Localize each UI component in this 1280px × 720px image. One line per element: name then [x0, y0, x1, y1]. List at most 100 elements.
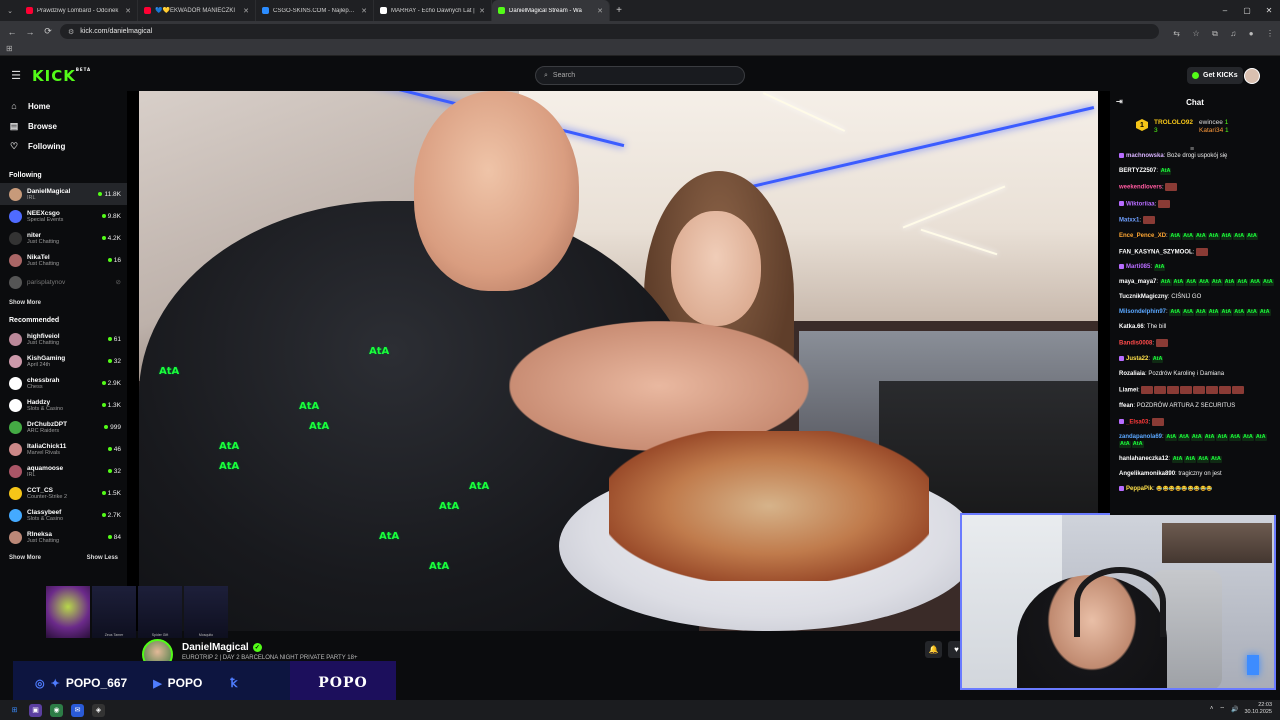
url-field[interactable]: ⚙ kick.com/danielmagical	[60, 24, 1160, 39]
app-icon[interactable]: ✉	[71, 703, 84, 717]
sidebar-channel[interactable]: chessbrah Chess 2.9K	[0, 372, 127, 394]
reload-icon[interactable]: ⟳	[42, 26, 54, 37]
sidebar-channel[interactable]: KishGaming April 24th 32	[0, 350, 127, 372]
channel-name[interactable]: DanielMagical	[182, 642, 249, 653]
browser-tab[interactable]: Prawdziwy Lombard - Odcinek ✕	[20, 0, 138, 21]
sidebar-nav-browse[interactable]: ▤ Browse	[0, 116, 127, 136]
hamburger-menu-icon[interactable]: ☰	[0, 69, 32, 82]
show-less-recommended[interactable]: Show Less	[87, 555, 118, 561]
sidebar-channel[interactable]: aquamoose IRL 32	[0, 460, 127, 482]
sidebar-channel[interactable]: DrChubzDPT ARC Raiders 999	[0, 416, 127, 438]
tab-close-icon[interactable]: ✕	[361, 7, 367, 15]
extensions-icon[interactable]: ⧉	[1212, 29, 1218, 38]
viewer-count-value: 2.9K	[107, 379, 121, 387]
back-icon[interactable]: ←	[6, 27, 18, 37]
menu-dots-icon[interactable]: ⋮	[1266, 29, 1274, 38]
chat-username[interactable]: maya_maya7	[1119, 279, 1156, 285]
leader-name[interactable]: ewincee	[1199, 119, 1223, 126]
start-icon[interactable]: ⊞	[8, 704, 21, 717]
chat-emote: AtA	[1220, 309, 1233, 317]
sidebar-channel[interactable]: Classybeef Slots & Casino 2.7K	[0, 504, 127, 526]
chrome-icon[interactable]: ◉	[50, 703, 63, 717]
sidebar-channel[interactable]: highfiveiol Just Chatting 61	[0, 328, 127, 350]
chat-username[interactable]: Ence_Pence_XD	[1119, 233, 1166, 239]
app-icon[interactable]: ▣	[29, 703, 42, 717]
tab-close-icon[interactable]: ✕	[597, 7, 603, 15]
new-tab-button[interactable]: +	[610, 5, 628, 16]
chat-username[interactable]: Milsondelphin97	[1119, 309, 1166, 315]
chat-username[interactable]: PeppaPik	[1126, 486, 1153, 492]
chat-username[interactable]: Matxx1	[1119, 218, 1139, 224]
show-more-following[interactable]: Show More	[0, 295, 127, 311]
chat-emote: AtA	[1159, 279, 1172, 287]
chat-username[interactable]: hanlahaneczka12	[1119, 456, 1168, 462]
close-window-button[interactable]: ✕	[1258, 6, 1280, 15]
chat-username[interactable]: BERTYZ2507	[1119, 168, 1156, 174]
leader-name[interactable]: Katari34	[1199, 127, 1223, 134]
search-input[interactable]: ⌕ Search	[535, 66, 745, 85]
show-more-recommended[interactable]: Show More	[9, 555, 41, 561]
notification-bell-icon[interactable]: 🔔	[925, 641, 942, 658]
volume-icon[interactable]: 🔊	[1231, 706, 1238, 713]
sidebar-nav-following[interactable]: ♡ Following	[0, 136, 127, 156]
chat-username[interactable]: _Elsa03	[1126, 419, 1148, 425]
site-info-icon[interactable]: ⚙	[68, 28, 74, 36]
tab-close-icon[interactable]: ✕	[479, 7, 485, 15]
search-icon: ⌕	[544, 71, 548, 79]
sidebar-channel[interactable]: ItaliaChick11 Marvel Rivals 46	[0, 438, 127, 460]
bookmark-star-icon[interactable]: ☆	[1192, 29, 1199, 38]
channel-category: Slots & Casino	[27, 515, 64, 522]
sidebar-channel[interactable]: NEEXcsgo Special Events 9.8K	[0, 205, 127, 227]
chat-username[interactable]: Rozaliaia	[1119, 371, 1145, 377]
collapse-chat-icon[interactable]: ⇥	[1116, 97, 1123, 106]
translate-icon[interactable]: ⇆	[1173, 29, 1180, 38]
network-icon[interactable]: ⌔	[1219, 705, 1225, 713]
tab-search-button[interactable]: ⌄	[0, 7, 20, 15]
chat-username[interactable]: Justa22	[1126, 356, 1148, 362]
sidebar-channel[interactable]: Haddzy Slots & Casino 1.3K	[0, 394, 127, 416]
browser-tab[interactable]: 💙💛EKWADOR MANIECZKI ✕	[138, 0, 256, 21]
leader-name[interactable]: TROLOLO92	[1154, 119, 1193, 126]
chat-username[interactable]: Wiktoriiaa	[1126, 201, 1155, 207]
expand-leaderboard-icon[interactable]: ≡	[1190, 146, 1194, 153]
sidebar-channel[interactable]: DanielMagical IRL 11.8K	[0, 183, 127, 205]
forward-icon[interactable]: →	[24, 27, 36, 37]
chat-username[interactable]: weekendlovers	[1119, 185, 1162, 191]
media-icon[interactable]: ♫	[1230, 29, 1236, 38]
kick-logo[interactable]: KICKBETA	[32, 67, 91, 85]
tab-close-icon[interactable]: ✕	[125, 7, 131, 15]
chat-username[interactable]: Liamei	[1119, 388, 1138, 394]
sidebar-channel[interactable]: CCT_CS Counter-Strike 2 1.5K	[0, 482, 127, 504]
live-dot-icon	[101, 381, 106, 385]
get-kicks-button[interactable]: Get KICKs	[1187, 67, 1243, 84]
chevron-up-icon[interactable]: ˄	[1210, 706, 1214, 712]
browser-tab[interactable]: CSGO-SKINS.COM - Najlepsze ✕	[256, 0, 374, 21]
apps-icon[interactable]: ⊞	[6, 44, 13, 53]
chat-username[interactable]: Katka.66	[1119, 324, 1144, 330]
chat-username[interactable]: ffean	[1119, 403, 1133, 409]
tab-close-icon[interactable]: ✕	[243, 7, 249, 15]
chat-username[interactable]: Bandis0008	[1119, 341, 1152, 347]
maximize-button[interactable]: ▢	[1236, 6, 1258, 15]
sidebar-channel[interactable]: NikaTel Just Chatting 16	[0, 249, 127, 271]
chat-username[interactable]: zandapanola69	[1119, 434, 1162, 440]
viewer-count-value: 16	[113, 256, 121, 264]
minimize-button[interactable]: –	[1214, 6, 1236, 15]
browser-tab[interactable]: DanielMagical Stream - Wa ✕	[492, 0, 610, 21]
user-avatar[interactable]	[1244, 68, 1260, 84]
sidebar-channel[interactable]: Rlneksa Just Chatting 84	[0, 526, 127, 548]
chat-username[interactable]: Angelikamonika890	[1119, 471, 1175, 477]
chat-username[interactable]: FAN_KASYNA_SZYMOOL	[1119, 249, 1193, 255]
sidebar-channel[interactable]: niter Just Chatting 4.2K	[0, 227, 127, 249]
clock[interactable]: 22:03 30.10.2025	[1244, 702, 1272, 716]
sidebar-nav-home[interactable]: ⌂ Home	[0, 96, 127, 116]
app-icon[interactable]: ◈	[92, 703, 105, 717]
live-dot-icon	[101, 491, 106, 495]
chat-username[interactable]: machnowska	[1126, 153, 1164, 159]
profile-icon[interactable]: ●	[1249, 29, 1254, 38]
sidebar-channel[interactable]: parisplatynov ⊘	[0, 271, 127, 293]
browser-tab[interactable]: MARRAY - Echo Dawnych Lat | ✕	[374, 0, 492, 21]
chat-username[interactable]: Marti085	[1126, 264, 1150, 270]
chat-username[interactable]: TucznikMagiczny	[1119, 294, 1168, 300]
video-player[interactable]: AtA AtA AtA AtA AtA AtA AtA AtA AtA AtA	[139, 91, 1098, 631]
